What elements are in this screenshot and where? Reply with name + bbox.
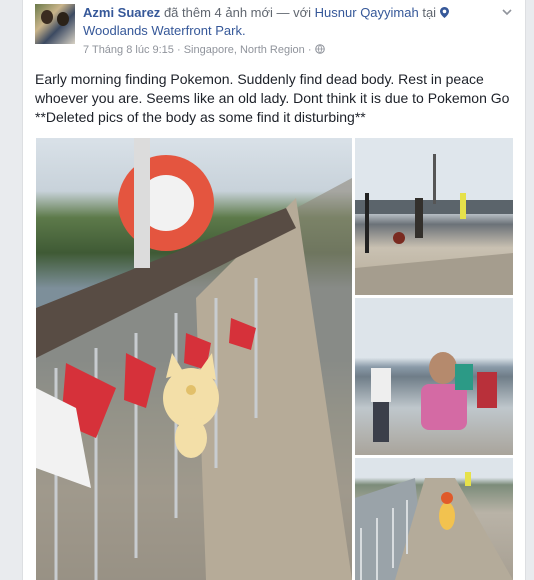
photo-scene-3 [371, 352, 497, 442]
meta-separator: · [307, 44, 312, 56]
post-photo-2[interactable] [355, 138, 513, 295]
place-prefix-text: tại [422, 5, 437, 20]
location-link[interactable]: Singapore, North Region [184, 44, 305, 56]
post-photo-4[interactable] [355, 458, 513, 580]
photo-scene-4 [355, 472, 513, 580]
post-photo-main[interactable] [36, 138, 352, 580]
photo-scene-main [36, 138, 352, 580]
place-pin-icon [439, 7, 449, 18]
post-card: Azmi Suarez đã thêm 4 ảnh mới — với Husn… [22, 0, 526, 580]
post-text: Early morning finding Pokemon. Suddenly … [35, 71, 510, 125]
chevron-down-icon [502, 9, 512, 16]
post-meta: 7 Tháng 8 lúc 9:15 · Singapore, North Re… [83, 42, 325, 58]
post-photo-3[interactable] [355, 298, 513, 455]
post-action-text: đã thêm 4 ảnh mới — với [163, 5, 312, 20]
author-avatar[interactable] [35, 4, 75, 44]
tagged-user-link[interactable]: Husnur Qayyimah [315, 5, 419, 20]
place-link[interactable]: Woodlands Waterfront Park. [83, 23, 246, 38]
photo-scene-2 [355, 154, 513, 295]
post-header: Azmi Suarez đã thêm 4 ảnh mới — với Husn… [83, 4, 493, 40]
globe-icon[interactable] [314, 44, 325, 54]
author-name-link[interactable]: Azmi Suarez [83, 5, 160, 20]
post-options-button[interactable] [501, 6, 513, 18]
meta-separator: · [176, 44, 181, 56]
post-timestamp-link[interactable]: 7 Tháng 8 lúc 9:15 [83, 44, 174, 56]
